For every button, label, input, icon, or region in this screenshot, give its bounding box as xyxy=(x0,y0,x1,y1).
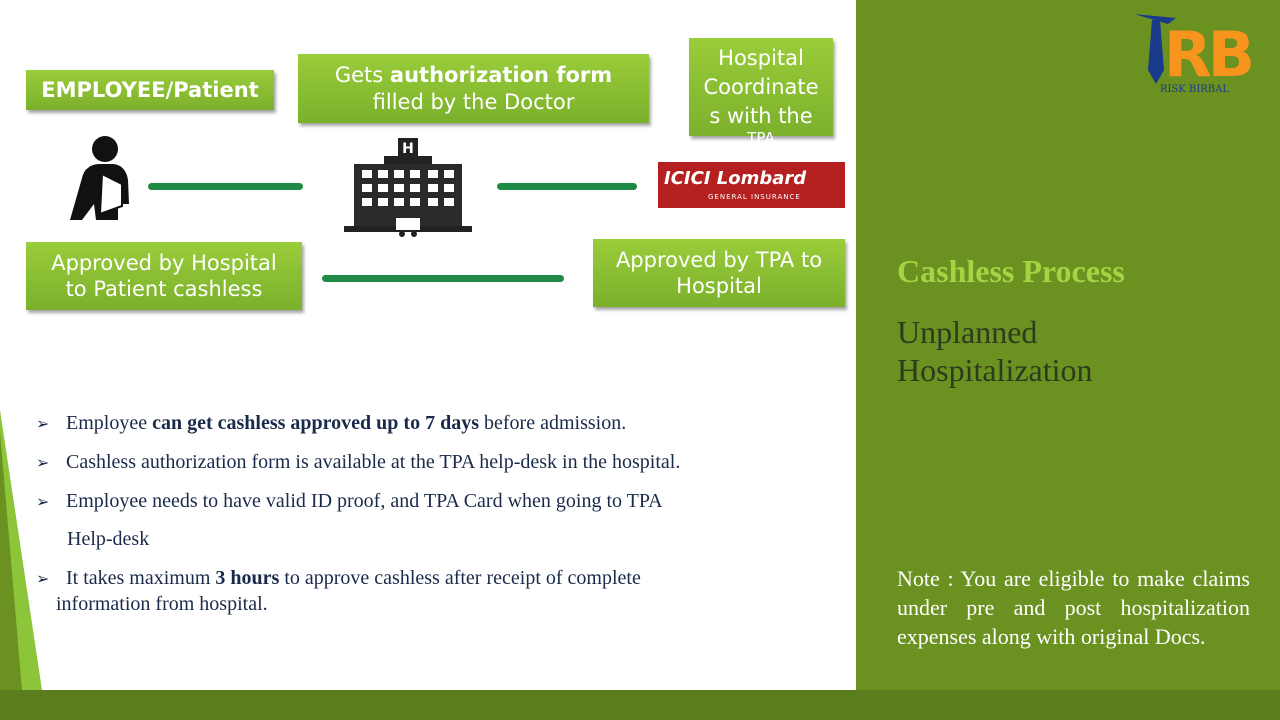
risk-birbal-logo: RB RISK BIRBAL xyxy=(1134,14,1255,95)
icici-lombard-logo: ICICI Lombard GENERAL INSURANCE xyxy=(658,162,845,208)
tpa-box-line2: Coordinate xyxy=(703,75,819,99)
bullet-item-2: ➢ Cashless authorization form is availabl… xyxy=(36,451,681,473)
authorization-form-box: Gets authorization form filled by the Do… xyxy=(298,54,649,123)
eligibility-note: Note : You are eligible to make claims u… xyxy=(897,566,1250,649)
logo-letters: RB xyxy=(1164,18,1251,91)
approved-by-tpa-box: Approved by TPA to Hospital xyxy=(593,239,845,307)
authorization-bold: authorization form xyxy=(389,63,613,88)
tpa-box-line1: Hospital xyxy=(718,46,804,70)
connector-hospital-tpa xyxy=(497,183,637,190)
connector-patient-hospital xyxy=(148,183,303,190)
hospital-approved-line1: Approved by Hospital xyxy=(51,250,277,275)
bullet-item-3: ➢ Employee needs to have valid ID proof, … xyxy=(36,490,663,512)
arrow-bullet-icon: ➢ xyxy=(36,569,50,588)
bullet-item-1: ➢ Employee can get cashless approved up t… xyxy=(36,412,627,434)
employee-patient-label: EMPLOYEE/Patient xyxy=(41,77,259,102)
slide-title: Cashless Process xyxy=(897,253,1125,289)
logo-text: RISK BIRBAL xyxy=(1160,84,1229,95)
authorization-prefix: Gets xyxy=(334,63,390,88)
insurer-tagline: GENERAL INSURANCE xyxy=(708,193,801,201)
tpa-approved-line2: Hospital xyxy=(676,274,762,298)
bullet-item-3-continuation: Help-desk xyxy=(67,528,150,550)
hospital-building-icon: H xyxy=(344,138,472,237)
hospital-approved-line2: to Patient cashless xyxy=(65,277,263,301)
bullet-item-4-continuation: information from hospital. xyxy=(56,593,268,615)
authorization-form-line2: filled by the Doctor xyxy=(372,89,575,114)
arrow-bullet-icon: ➢ xyxy=(36,492,50,511)
tpa-approved-line1: Approved by TPA to xyxy=(615,247,823,272)
footer-bar xyxy=(0,690,1280,720)
authorization-form-line1: Gets authorization form xyxy=(335,62,612,88)
employee-patient-box: EMPLOYEE/Patient xyxy=(26,70,274,110)
approved-by-hospital-box: Approved by Hospital to Patient cashless xyxy=(26,242,302,310)
bullet-item-4: ➢ It takes maximum 3 hours to approve cas… xyxy=(36,567,641,589)
insurer-name: ICICI Lombard xyxy=(664,168,807,189)
arrow-bullet-icon: ➢ xyxy=(36,414,50,433)
hospital-coordinates-box: Hospital Coordinate s with the TPA xyxy=(689,38,833,146)
tpa-box-line4: TPA xyxy=(747,129,775,147)
arrow-bullet-icon: ➢ xyxy=(36,453,50,472)
injured-patient-icon xyxy=(70,136,129,220)
tpa-box-line3: s with the xyxy=(709,104,813,128)
hospital-letter: H xyxy=(402,141,414,157)
slide-subtitle: Unplanned Hospitalization xyxy=(897,314,1093,388)
connector-approval xyxy=(322,275,564,282)
